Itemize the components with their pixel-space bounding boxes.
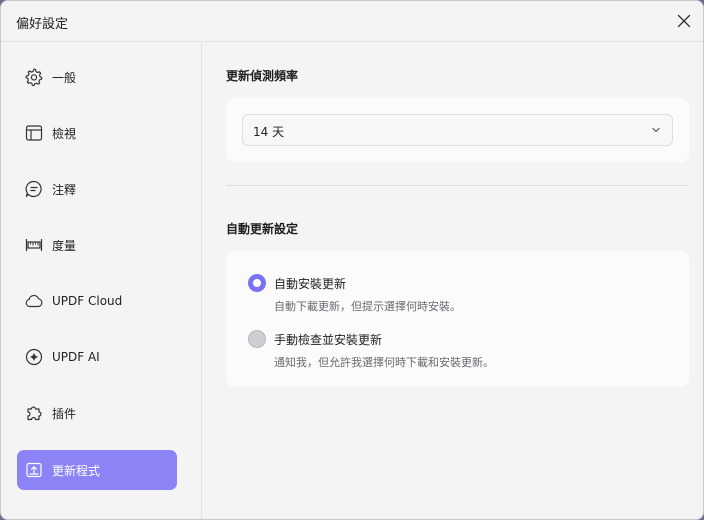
sidebar-item-cloud[interactable]: UPDF Cloud (17, 281, 177, 321)
auto-update-section-title: 自動更新設定 (226, 222, 299, 236)
auto-install-label: 自動安裝更新 (274, 277, 347, 291)
layout-icon (23, 122, 45, 144)
manual-check-option[interactable]: 手動檢查並安裝更新 通知我，但允許我選擇何時下載和安裝更新。 (248, 330, 668, 372)
ai-sparkle-icon (23, 346, 45, 368)
auto-install-radio[interactable] (248, 274, 266, 292)
sidebar-item-label: 注釋 (52, 182, 77, 197)
sidebar-item-measure[interactable]: 度量 (17, 225, 177, 265)
sidebar-item-label: 插件 (52, 406, 77, 421)
frequency-card: 14 天 (226, 98, 689, 162)
preferences-window: 偏好設定 一般 檢視 注釋 度量 UPDF Cloud UPDF AI 插件 更… (0, 0, 704, 520)
frequency-select-value: 14 天 (253, 125, 285, 139)
puzzle-icon (23, 402, 45, 424)
sidebar-item-comment[interactable]: 注釋 (17, 169, 177, 209)
sidebar-item-label: UPDF Cloud (52, 294, 123, 308)
auto-install-option[interactable]: 自動安裝更新 自動下載更新，但提示選擇何時安裝。 (248, 274, 668, 316)
gear-icon (23, 66, 45, 88)
sidebar-item-label: 檢視 (52, 126, 77, 141)
sidebar-item-label: UPDF AI (52, 350, 100, 364)
title-bar: 偏好設定 (1, 1, 703, 42)
frequency-select[interactable]: 14 天 (242, 114, 673, 146)
sidebar-item-ai[interactable]: UPDF AI (17, 337, 177, 377)
sidebar-item-updater[interactable]: 更新程式 (17, 450, 177, 490)
sidebar-item-view[interactable]: 檢視 (17, 113, 177, 153)
auto-update-card: 自動安裝更新 自動下載更新，但提示選擇何時安裝。 手動檢查並安裝更新 通知我，但… (226, 251, 689, 387)
frequency-section-title: 更新偵測頻率 (226, 69, 299, 83)
close-icon (677, 14, 691, 28)
sidebar-item-plugins[interactable]: 插件 (17, 393, 177, 433)
manual-check-description: 通知我，但允許我選擇何時下載和安裝更新。 (274, 356, 494, 369)
auto-install-description: 自動下載更新，但提示選擇何時安裝。 (274, 300, 461, 313)
chevron-down-icon (652, 127, 660, 133)
settings-panel: 更新偵測頻率 14 天 自動更新設定 自動安裝更新 自動下載更新，但提示選擇何時… (202, 42, 703, 519)
sidebar-item-label: 度量 (52, 238, 77, 253)
close-button[interactable] (673, 10, 695, 32)
ruler-icon (23, 234, 45, 256)
sidebar-item-general[interactable]: 一般 (17, 57, 177, 97)
manual-check-label: 手動檢查並安裝更新 (274, 333, 383, 347)
section-divider (226, 185, 689, 186)
cloud-icon (23, 290, 45, 312)
manual-check-radio[interactable] (248, 330, 266, 348)
sidebar: 一般 檢視 注釋 度量 UPDF Cloud UPDF AI 插件 更新程式 (1, 42, 202, 519)
comment-icon (23, 178, 45, 200)
update-icon (23, 459, 45, 481)
sidebar-item-label: 一般 (52, 70, 77, 85)
window-title: 偏好設定 (16, 17, 69, 32)
sidebar-item-label: 更新程式 (52, 463, 101, 478)
